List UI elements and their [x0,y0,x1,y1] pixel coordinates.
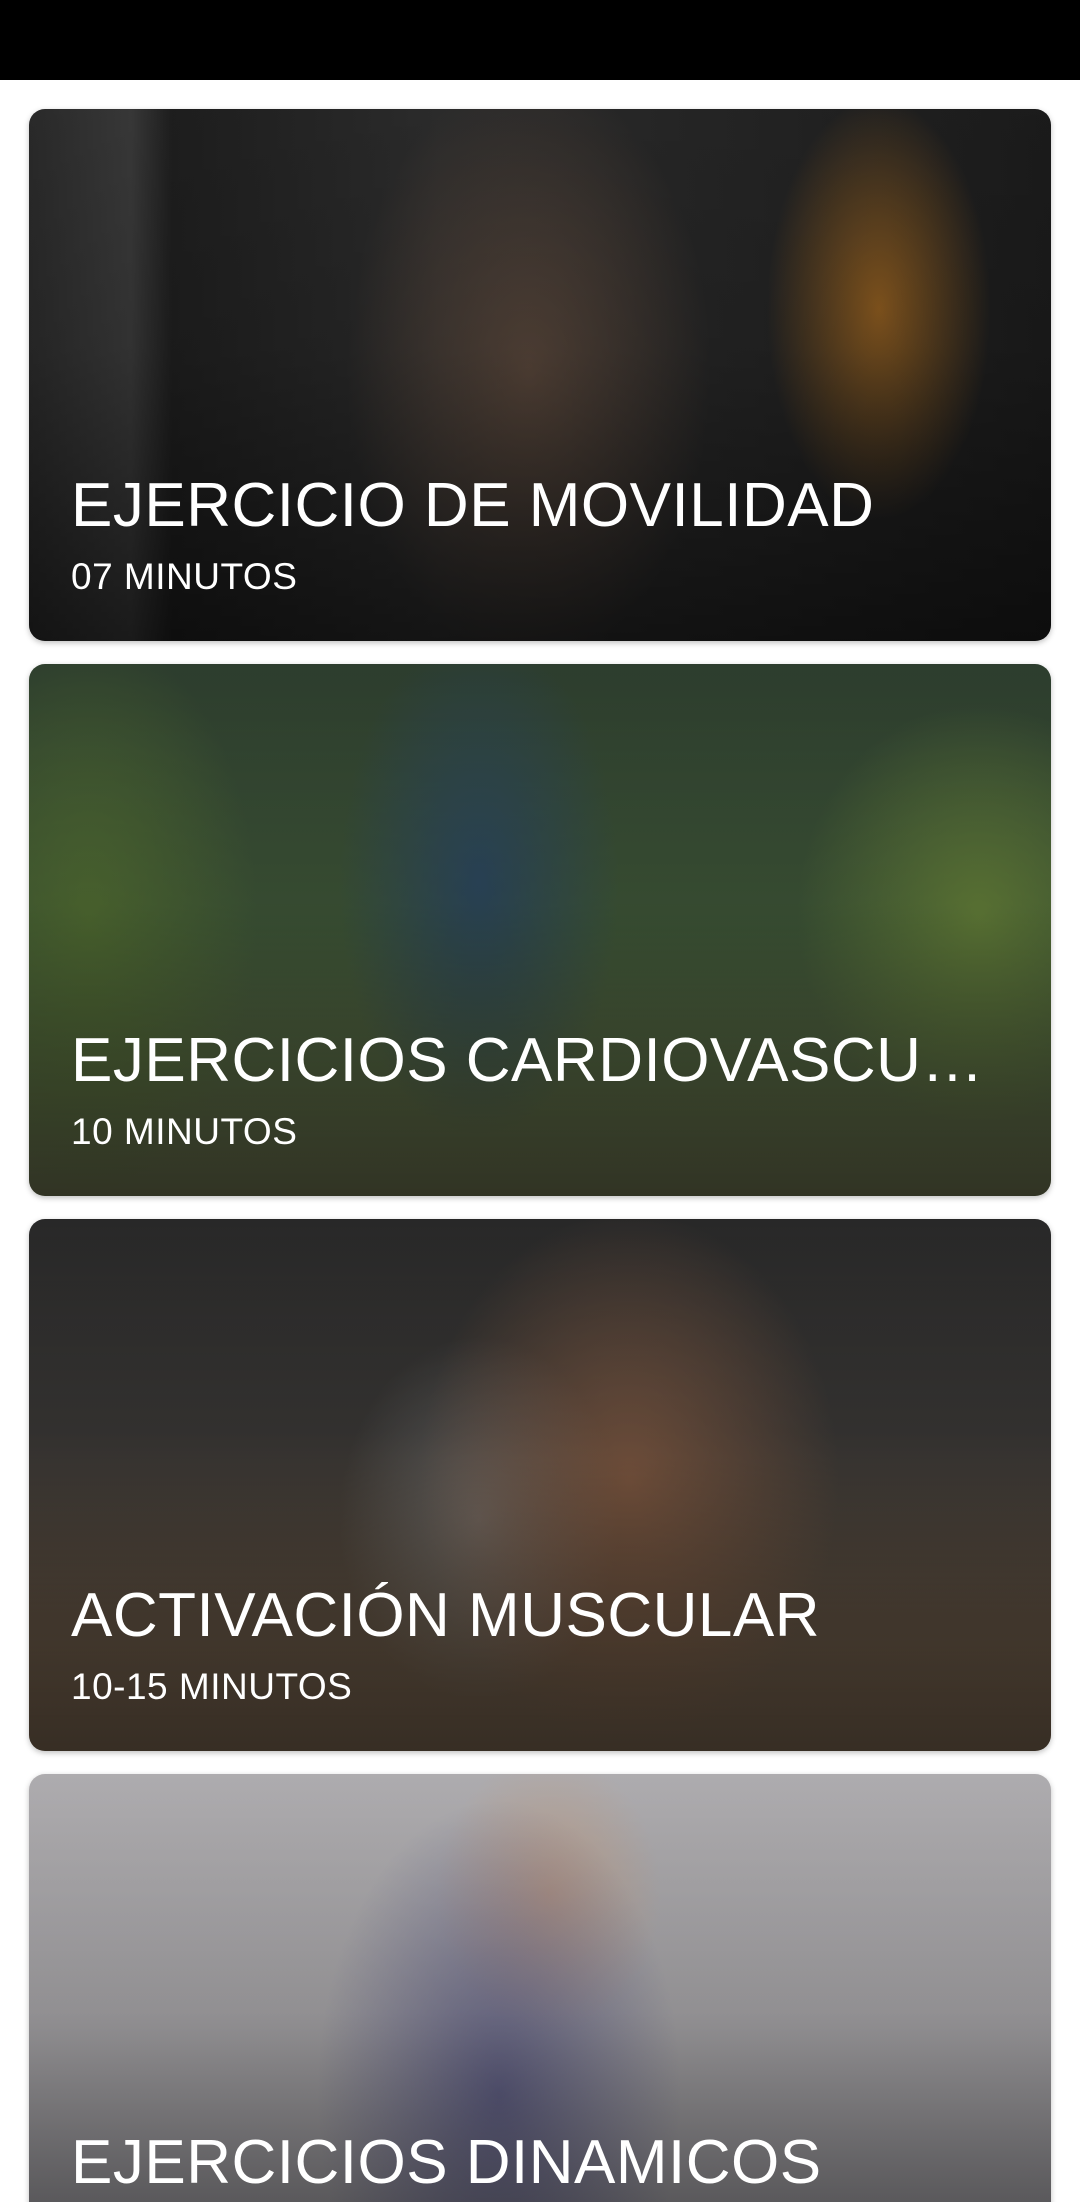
card-duration: 07 MINUTOS [71,556,298,597]
workout-card-cardio[interactable]: EJERCICIOS CARDIOVASCU… 10 MINUTOS [29,664,1051,1196]
card-title: EJERCICIOS DINAMICOS [71,2128,822,2197]
card-duration: 10 MINUTOS [71,1111,298,1152]
card-title: ACTIVACIÓN MUSCULAR [71,1581,820,1650]
card-title: EJERCICIOS CARDIOVASCU… [71,1026,984,1095]
workout-card-dynamic[interactable]: EJERCICIOS DINAMICOS [29,1774,1051,2202]
workout-card-muscle-activation[interactable]: ACTIVACIÓN MUSCULAR 10-15 MINUTOS [29,1219,1051,1751]
card-title: EJERCICIO DE MOVILIDAD [71,471,875,540]
status-bar [0,0,1080,80]
workout-list[interactable]: EJERCICIO DE MOVILIDAD 07 MINUTOS EJERCI… [0,80,1080,2202]
card-duration: 10-15 MINUTOS [71,1666,353,1707]
workout-card-mobility[interactable]: EJERCICIO DE MOVILIDAD 07 MINUTOS [29,109,1051,641]
